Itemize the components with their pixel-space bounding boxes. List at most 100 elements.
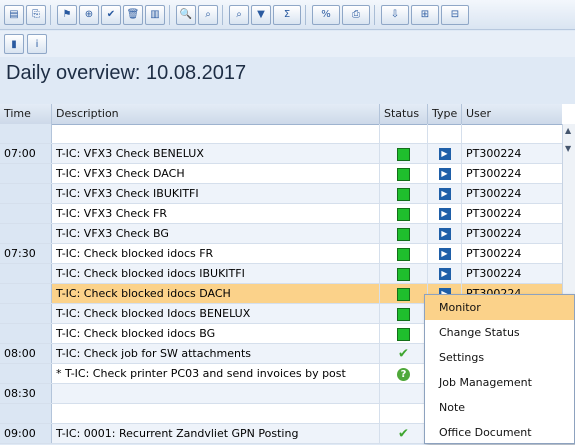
find-next-icon[interactable]: ⌕ — [229, 4, 249, 25]
view-icon[interactable]: ⊞ — [411, 4, 439, 25]
status-green-icon[interactable] — [397, 287, 410, 301]
column-header-description[interactable]: Description — [52, 104, 380, 124]
column-header-type[interactable]: Type — [428, 104, 462, 124]
execute-job-icon[interactable]: ▶ — [438, 188, 451, 200]
context-menu-item-job-management[interactable]: Job Management — [425, 370, 574, 395]
save-icon[interactable]: ▤ — [4, 4, 24, 25]
new-entry-icon[interactable]: ⎘ — [26, 4, 46, 25]
approve-icon[interactable]: ✔ — [101, 4, 121, 25]
execute-job-icon[interactable]: ▶ — [438, 168, 451, 180]
time-cell — [0, 124, 52, 143]
flag-icon[interactable]: ⚑ — [57, 4, 77, 25]
time-cell: 07:30 — [0, 244, 52, 263]
table-row[interactable]: T-IC: VFX3 Check BG ▶ PT300224 — [0, 224, 562, 244]
print-icon[interactable]: ⎙ — [342, 4, 370, 25]
description-cell[interactable]: * T-IC: Check printer PC03 and send invo… — [52, 364, 380, 383]
execute-job-icon[interactable]: ▶ — [438, 268, 451, 280]
type-cell — [428, 124, 462, 143]
execute-job-icon[interactable]: ▶ — [438, 148, 451, 160]
execute-job-icon[interactable]: ▶ — [438, 248, 451, 260]
status-cell: ✔ — [380, 344, 428, 363]
table-row[interactable]: T-IC: VFX3 Check DACH ▶ PT300224 — [0, 164, 562, 184]
context-menu-item-change-status[interactable]: Change Status — [425, 320, 574, 345]
time-cell: 07:00 — [0, 144, 52, 163]
scroll-up-icon[interactable]: ▲ — [565, 126, 571, 135]
context-menu-item-note[interactable]: Note — [425, 395, 574, 420]
status-green-icon[interactable] — [397, 267, 410, 281]
description-cell[interactable]: T-IC: VFX3 Check DACH — [52, 164, 380, 183]
description-cell[interactable]: T-IC: Check job for SW attachments — [52, 344, 380, 363]
info-icon[interactable]: i — [27, 34, 47, 54]
user-cell: PT300224 — [466, 227, 522, 240]
description-cell[interactable]: T-IC: 0001: Recurrent Zandvliet GPN Post… — [52, 424, 380, 443]
description-cell[interactable]: T-IC: Check blocked idocs DACH — [52, 284, 380, 303]
table-row[interactable]: 07:00 T-IC: VFX3 Check BENELUX ▶ PT300224 — [0, 144, 562, 164]
description-cell[interactable]: T-IC: Check blocked idocs FR — [52, 244, 380, 263]
description-cell[interactable]: T-IC: VFX3 Check BG — [52, 224, 380, 243]
status-green-icon[interactable] — [397, 167, 410, 181]
context-menu-item-settings[interactable]: Settings — [425, 345, 574, 370]
status-done-icon[interactable]: ✔ — [398, 427, 409, 442]
column-header-user[interactable]: User — [462, 104, 562, 124]
user-cell: PT300224 — [466, 147, 522, 160]
status-cell: ✔ — [380, 424, 428, 443]
chart-icon[interactable]: ▮ — [4, 34, 24, 54]
description-cell[interactable] — [52, 124, 380, 143]
context-menu-item-monitor[interactable]: Monitor — [425, 295, 574, 320]
status-green-icon[interactable] — [397, 247, 410, 261]
status-question-icon[interactable]: ? — [397, 367, 410, 381]
subtotal-icon[interactable]: % — [312, 4, 340, 25]
scroll-down-icon[interactable]: ▼ — [565, 144, 571, 153]
status-cell — [380, 404, 428, 423]
time-cell: 08:00 — [0, 344, 52, 363]
context-menu-item-office-document[interactable]: Office Document — [425, 420, 574, 445]
execute-job-icon[interactable]: ▶ — [438, 228, 451, 240]
table-row[interactable]: T-IC: Check blocked idocs IBUKITFI ▶ PT300… — [0, 264, 562, 284]
sum-icon[interactable]: Σ — [273, 4, 301, 25]
description-cell[interactable]: T-IC: Check blocked idocs BG — [52, 324, 380, 343]
forward-icon[interactable]: ⊕ — [79, 4, 99, 25]
status-cell — [380, 144, 428, 163]
status-green-icon[interactable] — [397, 227, 410, 241]
status-cell — [380, 164, 428, 183]
column-header-status[interactable]: Status — [380, 104, 428, 124]
status-cell — [380, 224, 428, 243]
search-icon[interactable]: 🔍 — [176, 4, 196, 25]
context-menu: Monitor Change Status Settings Job Manageme… — [424, 294, 575, 444]
status-green-icon[interactable] — [397, 307, 410, 321]
layout-icon[interactable]: ▥ — [145, 4, 165, 25]
type-cell: ▶ — [428, 144, 462, 163]
filter-icon[interactable]: ▼ — [251, 4, 271, 25]
export-icon[interactable]: ⇩ — [381, 4, 409, 25]
execute-job-icon[interactable]: ▶ — [438, 208, 451, 220]
table-row[interactable] — [0, 124, 562, 144]
status-green-icon[interactable] — [397, 327, 410, 341]
table-row[interactable]: T-IC: VFX3 Check IBUKITFI ▶ PT300224 — [0, 184, 562, 204]
description-cell[interactable]: T-IC: Check blocked Idocs BENELUX — [52, 304, 380, 323]
grid-icon[interactable]: ⊟ — [441, 4, 469, 25]
description-cell[interactable]: T-IC: VFX3 Check IBUKITFI — [52, 184, 380, 203]
description-cell[interactable] — [52, 384, 380, 403]
time-cell: 08:30 — [0, 384, 52, 403]
status-done-icon[interactable]: ✔ — [398, 347, 409, 362]
status-green-icon[interactable] — [397, 187, 410, 201]
description-cell[interactable]: T-IC: VFX3 Check FR — [52, 204, 380, 223]
status-cell: ? — [380, 364, 428, 383]
status-cell — [380, 244, 428, 263]
status-cell — [380, 304, 428, 323]
table-row[interactable]: 07:30 T-IC: Check blocked idocs FR ▶ PT3002… — [0, 244, 562, 264]
find-icon[interactable]: ⌕ — [198, 4, 218, 25]
column-header-time[interactable]: Time — [0, 104, 52, 124]
description-cell[interactable]: T-IC: VFX3 Check BENELUX — [52, 144, 380, 163]
status-cell — [380, 264, 428, 283]
time-cell — [0, 404, 52, 423]
status-green-icon[interactable] — [397, 147, 410, 161]
description-cell[interactable]: T-IC: Check blocked idocs IBUKITFI — [52, 264, 380, 283]
status-green-icon[interactable] — [397, 207, 410, 221]
delete-icon[interactable]: 🗑 — [123, 4, 143, 25]
description-cell[interactable] — [52, 404, 380, 423]
table-row[interactable]: T-IC: VFX3 Check FR ▶ PT300224 — [0, 204, 562, 224]
time-cell — [0, 164, 52, 183]
type-cell: ▶ — [428, 224, 462, 243]
user-cell: PT300224 — [466, 267, 522, 280]
